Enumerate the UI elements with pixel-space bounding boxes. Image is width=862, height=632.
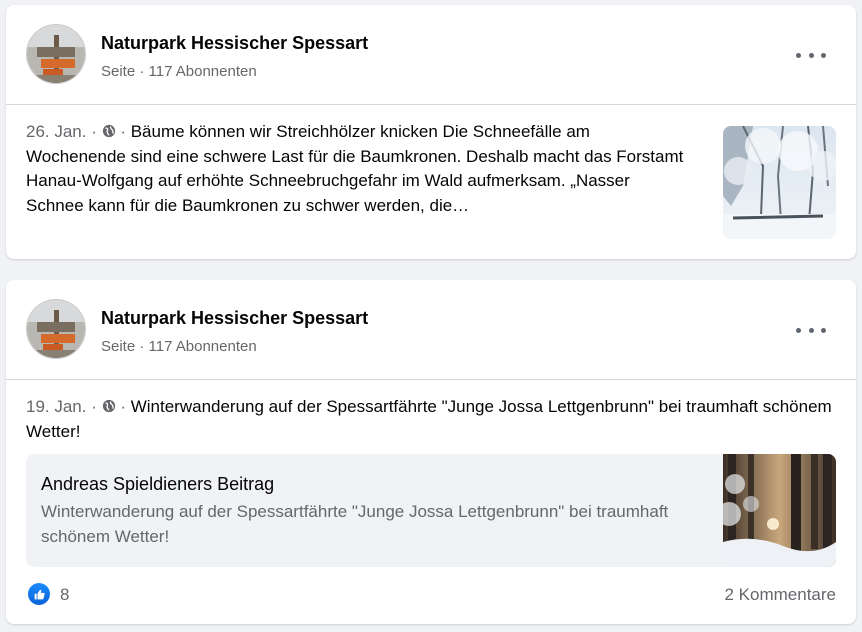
post-date[interactable]: 19. Jan. xyxy=(26,397,87,416)
more-options-button[interactable] xyxy=(796,45,826,65)
separator: · xyxy=(115,397,131,416)
more-dot-icon xyxy=(821,327,826,333)
more-dot-icon xyxy=(808,52,814,58)
separator: · xyxy=(115,122,131,141)
comments-count-link[interactable]: 2 Kommentare xyxy=(725,585,837,605)
page-name[interactable]: Naturpark Hessischer Spessart xyxy=(101,308,368,329)
post-card: Naturpark Hessischer Spessart Seite · 11… xyxy=(6,5,856,259)
reaction-count[interactable]: 8 xyxy=(60,585,69,605)
more-dot-icon xyxy=(796,327,801,333)
page-meta: Seite · 117 Abonnenten xyxy=(101,338,257,355)
page-avatar[interactable] xyxy=(26,24,86,84)
shared-post-description: Winterwanderung auf der Spessartfährte "… xyxy=(41,502,669,546)
post-header: Naturpark Hessischer Spessart Seite · 11… xyxy=(6,5,856,105)
more-dot-icon xyxy=(796,52,801,58)
post-body[interactable]: 26. Jan. · · Bäume können wir Streichhöl… xyxy=(26,120,686,218)
post-date[interactable]: 26. Jan. xyxy=(26,122,87,141)
post-header: Naturpark Hessischer Spessart Seite · 11… xyxy=(6,280,856,380)
separator: · xyxy=(86,122,102,141)
globe-icon xyxy=(102,124,115,138)
post-body[interactable]: 19. Jan. · · Winterwanderung auf der Spe… xyxy=(26,395,836,444)
shared-post-title: Andreas Spieldieners Beitrag xyxy=(41,474,275,494)
separator: · xyxy=(86,397,102,416)
like-icon[interactable] xyxy=(28,583,50,605)
post-text: Winterwanderung auf der Spessartfährte "… xyxy=(26,397,832,441)
page-avatar[interactable] xyxy=(26,299,86,359)
shared-post-image[interactable] xyxy=(723,454,836,567)
more-options-button[interactable] xyxy=(796,320,826,340)
shared-post-preview[interactable]: Andreas Spieldieners Beitrag Winterwande… xyxy=(26,454,836,567)
page-meta: Seite · 117 Abonnenten xyxy=(101,63,257,80)
more-dot-icon xyxy=(808,327,814,333)
more-dot-icon xyxy=(821,52,826,58)
page-name[interactable]: Naturpark Hessischer Spessart xyxy=(101,33,368,54)
post-image[interactable] xyxy=(723,126,836,239)
post-card: Naturpark Hessischer Spessart Seite · 11… xyxy=(6,280,856,624)
globe-icon xyxy=(102,399,115,413)
